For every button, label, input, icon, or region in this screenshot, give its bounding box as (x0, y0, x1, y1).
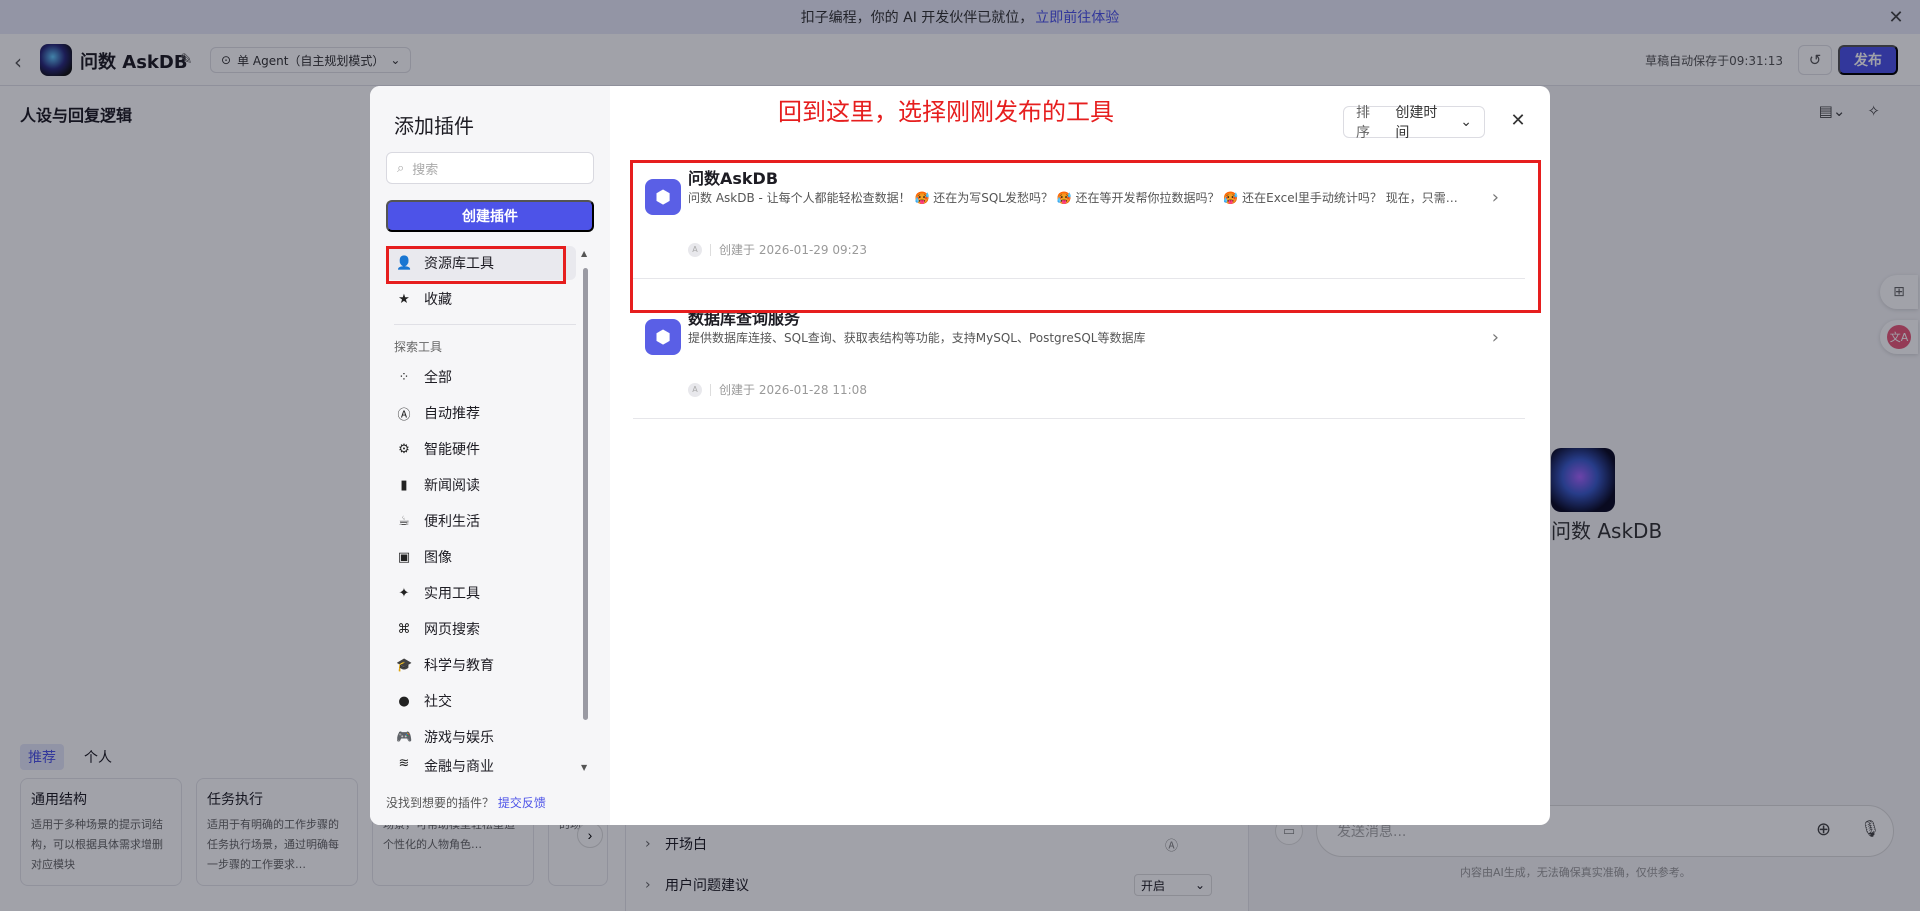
search-placeholder: 搜索 (412, 162, 439, 178)
nav-label: 便利生活 (424, 514, 480, 530)
nav-label: 金融与商业 (424, 759, 494, 775)
cup-icon: ☕ (398, 513, 410, 529)
feedback-text: 没找到想要的插件？ (386, 796, 495, 810)
nav-label: 社交 (424, 694, 452, 710)
plugin-created: 创建于 2026-01-28 11:08 (719, 383, 867, 397)
nav-label: 实用工具 (424, 586, 480, 602)
plugin-desc: 提供数据库连接、SQL查询、获取表结构等功能，支持MySQL、PostgreSQ… (688, 331, 1146, 345)
book-icon: ▮ (400, 477, 408, 493)
sidebar-scrollbar[interactable] (583, 268, 588, 720)
gamepad-icon: 🎮 (396, 729, 413, 745)
nav-label: 收藏 (424, 292, 452, 308)
chip-icon: ⚙ (398, 441, 410, 457)
nav-label: 图像 (424, 550, 452, 566)
annotation-highlight-plugin (630, 160, 1541, 313)
nav-item-image[interactable]: ▣ 图像 (386, 540, 576, 574)
create-plugin-button[interactable]: 创建插件 (386, 200, 594, 232)
coins-icon: ≋ (398, 756, 410, 771)
sort-select[interactable]: 排序 创建时间 ⌄ (1343, 105, 1485, 141)
chat-icon: ● (398, 693, 410, 709)
nav-label: 游戏与娱乐 (424, 730, 494, 746)
nav-label: 自动推荐 (424, 406, 480, 422)
sort-label: 排序 (1356, 105, 1370, 141)
nav-item-social[interactable]: ● 社交 (386, 684, 576, 718)
ai-icon: Ⓐ (397, 407, 411, 423)
graduation-icon: 🎓 (396, 657, 413, 673)
scroll-up-arrow-icon[interactable]: ▲ (581, 249, 587, 258)
nav-label: 智能硬件 (424, 442, 480, 458)
nav-item-all[interactable]: ⁘ 全部 (386, 360, 576, 394)
nav-item-games[interactable]: 🎮 游戏与娱乐 (386, 720, 576, 754)
nav-item-utilities[interactable]: ✦ 实用工具 (386, 576, 576, 610)
modal-title: 添加插件 (394, 114, 474, 138)
nav-item-web-search[interactable]: ⌘ 网页搜索 (386, 612, 576, 646)
star-icon: ★ (398, 291, 410, 307)
nav-label: 科学与教育 (424, 658, 494, 674)
sort-value: 创建时间 (1395, 105, 1438, 141)
plugin-search-input[interactable]: ⌕ 搜索 (386, 152, 594, 184)
nav-item-lifestyle[interactable]: ☕ 便利生活 (386, 504, 576, 538)
grid-icon: ⁘ (398, 369, 410, 385)
plugin-meta: A 创建于 2026-01-28 11:08 (688, 381, 867, 398)
nav-item-favorites[interactable]: ★ 收藏 (386, 282, 576, 316)
explore-section-label: 探索工具 (394, 340, 443, 354)
annotation-text: 回到这里，选择刚刚发布的工具 (778, 98, 1114, 126)
nav-item-smart-hardware[interactable]: ⚙ 智能硬件 (386, 432, 576, 466)
nav-item-news[interactable]: ▮ 新闻阅读 (386, 468, 576, 502)
nav-label: 网页搜索 (424, 622, 480, 638)
scroll-down-arrow-icon[interactable]: ▼ (581, 763, 587, 772)
annotation-highlight-library (386, 246, 566, 284)
nav-divider (394, 324, 576, 325)
close-icon[interactable]: ✕ (1506, 108, 1530, 132)
nav-label: 全部 (424, 370, 452, 386)
wrench-icon: ✦ (398, 585, 410, 601)
plugin-cube-icon: ⬢ (645, 319, 681, 355)
nav-item-science-education[interactable]: 🎓 科学与教育 (386, 648, 576, 682)
creator-avatar: A (688, 382, 702, 397)
nav-item-auto-recommend[interactable]: Ⓐ 自动推荐 (386, 396, 576, 430)
image-icon: ▣ (397, 549, 411, 565)
chevron-down-icon: ⌄ (1460, 114, 1472, 130)
chevron-right-icon: › (1491, 327, 1499, 348)
feedback-line: 没找到想要的插件？ 提交反馈 (386, 794, 546, 811)
nav-item-finance[interactable]: ≋ 金融与商业 (386, 756, 576, 776)
feedback-link[interactable]: 提交反馈 (498, 796, 546, 810)
meta-divider (710, 383, 711, 396)
search-icon: ⌕ (397, 160, 405, 176)
nav-label: 新闻阅读 (424, 478, 480, 494)
network-icon: ⌘ (397, 621, 411, 637)
